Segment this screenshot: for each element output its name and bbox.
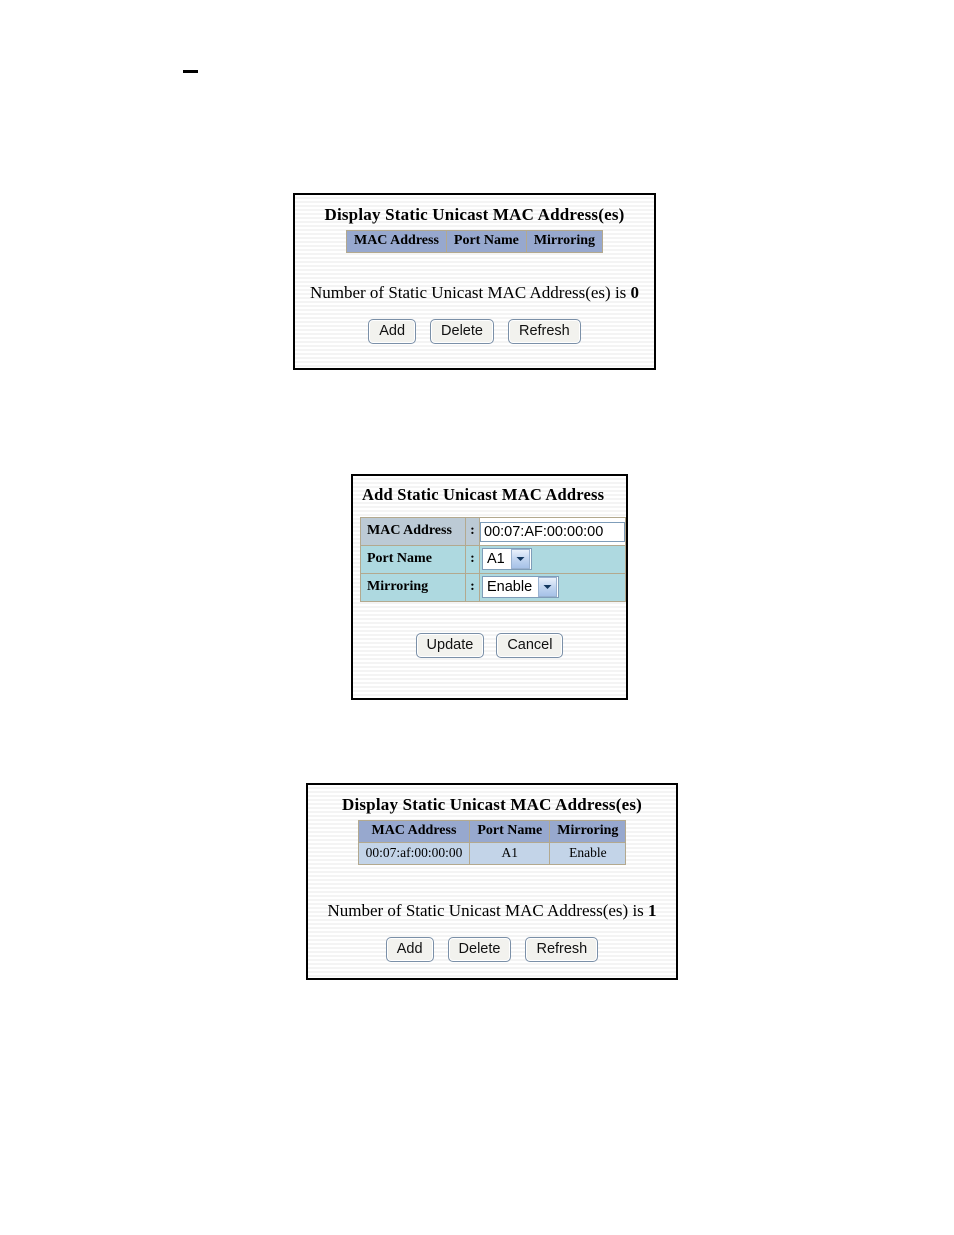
mirroring-select[interactable]: Enable [482, 576, 560, 598]
cell-mac-address: 00:07:af:00:00:00 [357, 842, 471, 865]
table-header-row: MAC Address Port Name Mirroring [357, 820, 627, 843]
mirroring-select-value: Enable [487, 579, 533, 595]
table-row[interactable]: 00:07:af:00:00:00 A1 Enable [357, 842, 627, 865]
field-colon-mac-address: : [465, 517, 480, 546]
add-mac-form-table: MAC Address : Port Name : A1 [360, 517, 626, 602]
column-header-mirroring: Mirroring [525, 230, 604, 253]
field-value-cell-mirroring: Enable [479, 573, 626, 602]
update-button[interactable]: Update [415, 633, 485, 659]
port-name-select-value: A1 [487, 551, 505, 567]
column-header-mirroring: Mirroring [549, 820, 627, 843]
page-title: Display Static Unicast MAC Address(es) [341, 795, 643, 814]
add-static-unicast-mac-panel: Add Static Unicast MAC Address MAC Addre… [351, 474, 628, 700]
action-button-row: Add Delete Refresh [295, 319, 654, 345]
record-count-label: Number of Static Unicast MAC Address(es)… [309, 283, 631, 302]
action-button-row: Add Delete Refresh [308, 937, 676, 963]
page-title: Display Static Unicast MAC Address(es) [324, 205, 625, 224]
table-body-populated: 00:07:af:00:00:00 A1 Enable [357, 842, 627, 865]
mac-address-input[interactable] [480, 521, 625, 542]
field-colon-port-name: : [465, 545, 480, 574]
form-title: Add Static Unicast MAC Address [362, 485, 605, 504]
record-count-label: Number of Static Unicast MAC Address(es)… [327, 901, 649, 920]
field-value-cell-port-name: A1 [479, 545, 626, 574]
table-header-row: MAC Address Port Name Mirroring [345, 230, 604, 253]
chevron-down-icon[interactable] [538, 577, 558, 597]
delete-button[interactable]: Delete [447, 937, 512, 963]
port-name-select[interactable]: A1 [482, 548, 532, 570]
column-header-mac-address: MAC Address [345, 230, 447, 253]
field-label-mirroring: Mirroring [360, 573, 466, 602]
static-unicast-table-empty: MAC Address Port Name Mirroring [345, 230, 604, 253]
column-header-port-name: Port Name [469, 820, 551, 843]
column-header-port-name: Port Name [445, 230, 527, 253]
field-label-port-name: Port Name [360, 545, 466, 574]
column-header-mac-address: MAC Address [357, 820, 471, 843]
delete-button[interactable]: Delete [430, 319, 494, 345]
record-count-value: 0 [630, 283, 640, 302]
form-button-row: Update Cancel [353, 633, 626, 659]
field-colon-mirroring: : [465, 573, 480, 602]
refresh-button[interactable]: Refresh [525, 937, 599, 963]
record-count-value: 1 [648, 901, 657, 920]
form-row-port-name: Port Name : A1 [360, 545, 626, 574]
record-count-line: Number of Static Unicast MAC Address(es)… [295, 283, 654, 303]
form-row-mac-address: MAC Address : [360, 517, 626, 546]
field-value-cell-mac-address [479, 517, 626, 546]
add-button[interactable]: Add [385, 937, 434, 963]
refresh-button[interactable]: Refresh [507, 319, 581, 345]
record-count-line: Number of Static Unicast MAC Address(es)… [308, 901, 676, 921]
cell-mirroring: Enable [549, 842, 627, 865]
display-static-unicast-panel-empty: Display Static Unicast MAC Address(es) M… [293, 193, 656, 370]
form-row-mirroring: Mirroring : Enable [360, 573, 626, 602]
cancel-button[interactable]: Cancel [496, 633, 564, 659]
add-button[interactable]: Add [368, 319, 417, 345]
top-dash-mark [183, 70, 198, 73]
field-label-mac-address: MAC Address [360, 517, 466, 546]
cell-port-name: A1 [469, 842, 551, 865]
chevron-down-icon[interactable] [510, 549, 530, 569]
display-static-unicast-panel-populated: Display Static Unicast MAC Address(es) M… [306, 783, 678, 980]
static-unicast-table-populated: MAC Address Port Name Mirroring 00:07:af… [357, 820, 627, 865]
